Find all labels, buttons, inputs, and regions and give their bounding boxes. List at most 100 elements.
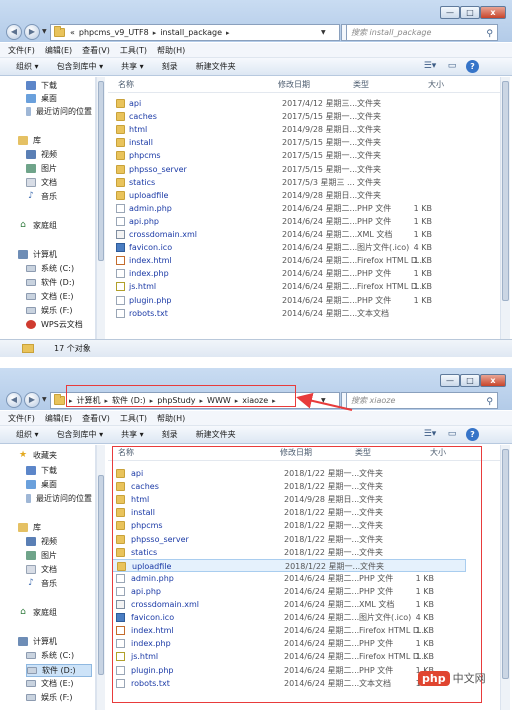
- file-date: 2014/9/28 星期日...: [282, 125, 358, 135]
- burn-button[interactable]: 刻录: [162, 61, 178, 72]
- drv-icon: [26, 293, 36, 300]
- back-button[interactable]: ◀: [6, 24, 22, 40]
- file-row[interactable]: js.html 2014/6/24 星期二... Firefox HTML D...…: [112, 280, 466, 293]
- nav-item[interactable]: 库: [18, 135, 92, 146]
- breadcrumb-phpcms[interactable]: phpcms_v9_UTF8: [79, 28, 149, 37]
- file-row[interactable]: phpsso_server 2017/5/15 星期一... 文件夹: [112, 163, 466, 176]
- address-dropdown-icon[interactable]: ▼: [321, 29, 326, 36]
- drv-icon: [26, 279, 36, 286]
- preview-pane-icon[interactable]: ▭: [444, 60, 460, 73]
- breadcrumb-separator-icon[interactable]: ▸: [226, 29, 230, 37]
- view-options-icon[interactable]: ☰▾: [422, 60, 438, 73]
- file-php-icon: [116, 203, 125, 213]
- file-size: 1 KB: [413, 216, 432, 226]
- navigation-scrollbar-thumb[interactable]: [98, 81, 104, 261]
- menu-help[interactable]: 帮助(H): [157, 45, 185, 56]
- include-in-library-button[interactable]: 包含到库中 ▾: [57, 61, 104, 72]
- file-row[interactable]: plugin.php 2014/6/24 星期二...PHP 文件 1 KB: [112, 294, 466, 307]
- file-row[interactable]: phpcms 2017/5/15 星期一... 文件夹: [112, 149, 466, 162]
- annotation-arrow-icon: [296, 392, 353, 411]
- nav-item[interactable]: 计算机: [18, 249, 92, 260]
- nav-item[interactable]: 文档: [26, 177, 92, 188]
- file-date: 2014/6/24 星期二...: [282, 295, 358, 305]
- file-row[interactable]: install 2017/5/15 星期一... 文件夹: [112, 136, 466, 149]
- file-row[interactable]: statics 2017/5/3 星期三 ... 文件夹: [112, 176, 466, 189]
- nav-item[interactable]: 视频: [26, 149, 92, 160]
- file-date: 2017/5/15 星期一...: [282, 151, 358, 161]
- share-button[interactable]: 共享 ▾: [121, 61, 144, 72]
- breadcrumb-separator-icon[interactable]: ▸: [153, 29, 157, 37]
- folder-icon: [116, 112, 125, 122]
- column-header-type[interactable]: 类型: [353, 77, 369, 93]
- recent-icon: [26, 107, 31, 116]
- file-row[interactable]: api.php 2014/6/24 星期二... PHP 文件 1 KB: [112, 215, 466, 228]
- menu-file[interactable]: 文件(F): [8, 45, 35, 56]
- file-row[interactable]: caches 2017/5/15 星期一... 文件夹: [112, 110, 466, 123]
- file-php-icon: [116, 295, 125, 305]
- file-date: 2014/6/24 星期二...: [282, 243, 358, 253]
- search-input[interactable]: 搜索 install_package ⚲: [346, 24, 498, 41]
- file-list-scrollbar-thumb[interactable]: [502, 81, 509, 301]
- command-bar: 组织 ▾ 包含到库中 ▾ 共享 ▾ 刻录 新建文件夹 ☰▾ ▭ ?: [0, 58, 512, 76]
- file-row[interactable]: uploadfile 2014/9/28 星期日... 文件夹: [112, 189, 466, 202]
- address-bar[interactable]: « phpcms_v9_UTF8 ▸ install_package ▸ ▼: [50, 24, 340, 41]
- nav-item-label: WPS云文档: [41, 320, 83, 329]
- nav-item[interactable]: 系统 (C:): [26, 263, 92, 274]
- file-size: 1 KB: [413, 295, 432, 305]
- file-type: PHP 文件: [357, 203, 392, 213]
- file-list-scrollbar[interactable]: [500, 77, 510, 339]
- window-controls: — □ x: [440, 6, 506, 19]
- file-type: 文件夹: [357, 138, 381, 148]
- file-row[interactable]: admin.php 2014/6/24 星期二... PHP 文件 1 KB: [112, 202, 466, 215]
- minimize-button[interactable]: —: [440, 6, 460, 19]
- view-controls: ☰▾ ▭ ?: [416, 60, 479, 73]
- file-date: 2014/6/24 星期二...: [282, 230, 358, 239]
- file-date: 2014/6/24 星期二...: [282, 216, 358, 226]
- nav-item[interactable]: 软件 (D:): [26, 277, 92, 288]
- maximize-button[interactable]: □: [460, 6, 480, 19]
- file-row[interactable]: favicon.ico 2014/6/24 星期二... 图片文件(.ico) 4 K…: [112, 241, 466, 254]
- organize-button[interactable]: 组织 ▾: [16, 61, 39, 72]
- file-row[interactable]: index.php 2014/6/24 星期二... PHP 文件 1 KB: [112, 267, 466, 280]
- breadcrumb-overflow[interactable]: «: [70, 28, 75, 37]
- file-size: 1 KB: [413, 282, 432, 292]
- explorer-window-xiaoze: — □ x ◀ ▶ ▼ ▸ 计算机 ▸ 软件 (D:) ▸ phpStudy ▸…: [0, 368, 512, 710]
- menu-tools[interactable]: 工具(T): [120, 45, 147, 56]
- nav-item[interactable]: 娱乐 (F:): [26, 305, 92, 316]
- nav-item-label: 娱乐 (F:): [41, 306, 73, 315]
- nav-item[interactable]: 文档 (E:): [26, 291, 92, 302]
- file-row[interactable]: robots.txt 2014/6/24 星期二... 文本文档: [112, 307, 466, 320]
- nav-item[interactable]: 最近访问的位置: [26, 106, 92, 117]
- file-name: api.php: [129, 216, 159, 226]
- music-icon: ♪: [28, 191, 34, 201]
- search-icon[interactable]: ⚲: [486, 27, 493, 42]
- nav-item[interactable]: ♪ 音乐: [26, 191, 92, 202]
- help-icon[interactable]: ?: [466, 60, 479, 73]
- menu-view[interactable]: 查看(V): [82, 45, 110, 56]
- forward-button[interactable]: ▶: [24, 24, 40, 40]
- breadcrumb-install-package[interactable]: install_package: [160, 28, 222, 37]
- column-header-size[interactable]: 大小: [428, 77, 444, 93]
- nav-item[interactable]: WPS云文档: [26, 319, 92, 330]
- file-row[interactable]: index.html 2014/6/24 星期二... Firefox HTML D…: [112, 254, 466, 267]
- new-folder-button[interactable]: 新建文件夹: [196, 61, 236, 72]
- column-header-date[interactable]: 修改日期: [278, 77, 310, 93]
- nav-item[interactable]: ⌂ 家庭组: [18, 220, 92, 231]
- column-header-name[interactable]: 名称: [118, 77, 134, 93]
- pic-icon: [26, 164, 36, 173]
- nav-item[interactable]: 下载: [26, 80, 92, 91]
- file-name: phpsso_server: [129, 164, 187, 174]
- navigation-scrollbar[interactable]: [96, 77, 105, 339]
- file-row[interactable]: crossdomain.xml 2014/6/24 星期二... XML 文档 1 K…: [112, 228, 466, 241]
- nav-item-label: 系统 (C:): [41, 264, 75, 273]
- nav-item-label: 桌面: [41, 94, 57, 103]
- file-php-icon: [116, 216, 125, 226]
- recent-pages-dropdown[interactable]: ▼: [42, 28, 47, 35]
- file-row[interactable]: html 2014/9/28 星期日... 文件夹: [112, 123, 466, 136]
- close-button[interactable]: x: [480, 6, 506, 19]
- nav-item[interactable]: 图片: [26, 163, 92, 174]
- nav-item[interactable]: 桌面: [26, 93, 92, 104]
- file-row[interactable]: api 2017/4/12 星期三... 文件夹: [112, 97, 466, 110]
- file-ico-icon: [116, 243, 125, 253]
- menu-edit[interactable]: 编辑(E): [45, 45, 72, 56]
